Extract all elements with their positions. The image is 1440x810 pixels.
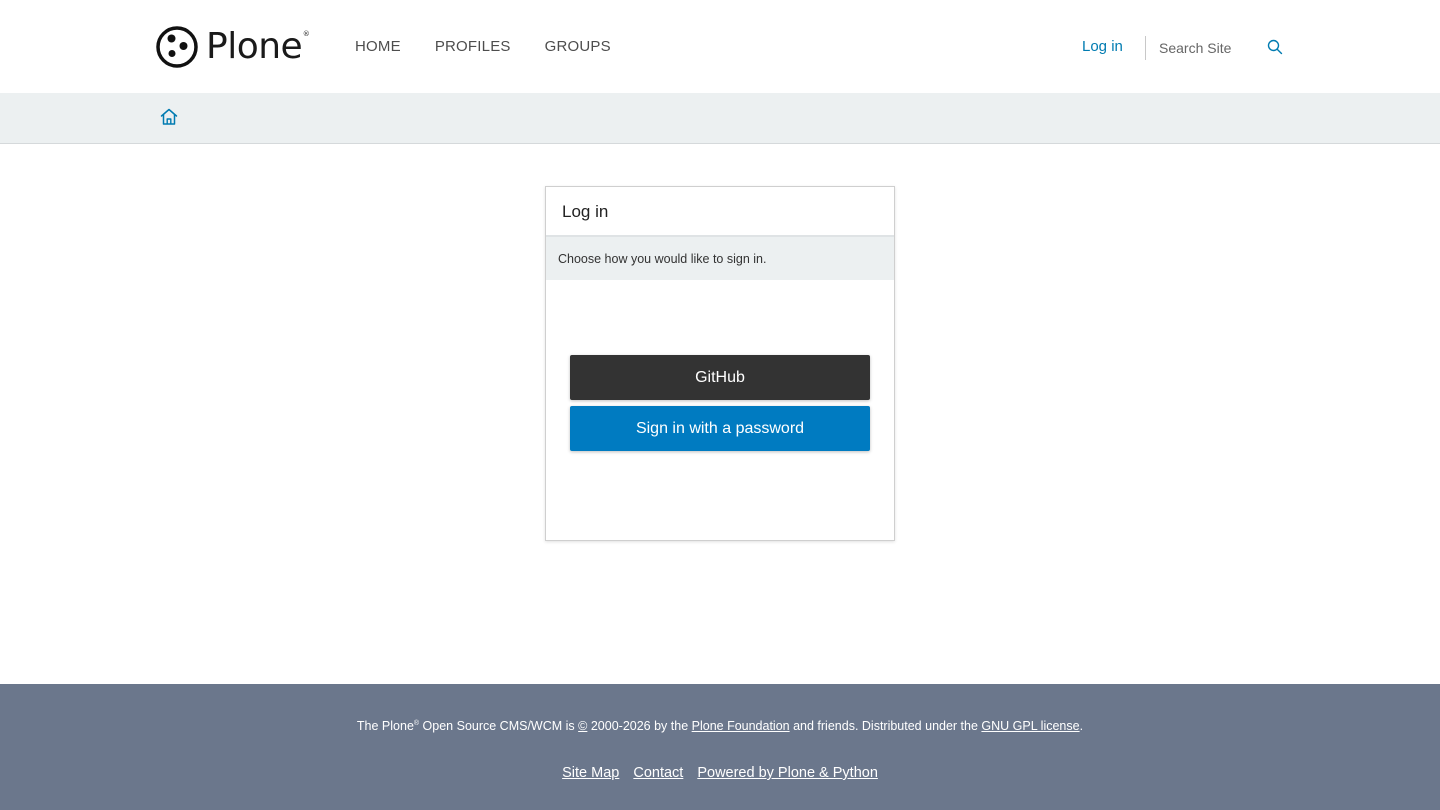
copyright-link[interactable]: ©	[578, 719, 587, 733]
footer-link-sitemap[interactable]: Site Map	[562, 765, 619, 781]
breadcrumb	[0, 93, 1440, 144]
login-card-header: Log in	[546, 187, 894, 237]
plone-logo-icon	[156, 26, 198, 68]
footer-links: Site Map Contact Powered by Plone & Pyth…	[0, 765, 1440, 781]
github-login-button[interactable]: GitHub	[570, 355, 870, 400]
home-icon[interactable]	[159, 107, 179, 127]
site-footer: The Plone® Open Source CMS/WCM is © 2000…	[0, 684, 1440, 810]
nav-item-groups[interactable]: GROUPS	[545, 38, 611, 55]
search-input[interactable]	[1152, 33, 1264, 63]
login-card: Log in Choose how you would like to sign…	[545, 186, 895, 541]
footer-link-powered-by[interactable]: Powered by Plone & Python	[697, 765, 878, 781]
plone-logo[interactable]: Plone ®	[156, 25, 310, 69]
search-icon[interactable]	[1266, 38, 1284, 56]
login-link[interactable]: Log in	[1082, 38, 1123, 55]
main-nav: HOME PROFILES GROUPS	[355, 38, 611, 55]
footer-copyright: The Plone® Open Source CMS/WCM is © 2000…	[356, 719, 1084, 733]
gpl-license-link[interactable]: GNU GPL license	[981, 719, 1079, 733]
login-description: Choose how you would like to sign in.	[546, 237, 894, 280]
password-login-button[interactable]: Sign in with a password	[570, 406, 870, 451]
header-divider	[1145, 36, 1146, 60]
footer-link-contact[interactable]: Contact	[633, 765, 683, 781]
nav-item-home[interactable]: HOME	[355, 38, 401, 55]
logo-text: Plone ®	[206, 25, 310, 67]
nav-item-profiles[interactable]: PROFILES	[435, 38, 511, 55]
site-header: Plone ® HOME PROFILES GROUPS Log in	[0, 0, 1440, 93]
login-title: Log in	[562, 202, 609, 221]
plone-foundation-link[interactable]: Plone Foundation	[692, 719, 790, 733]
logo-registered-mark: ®	[302, 29, 310, 38]
